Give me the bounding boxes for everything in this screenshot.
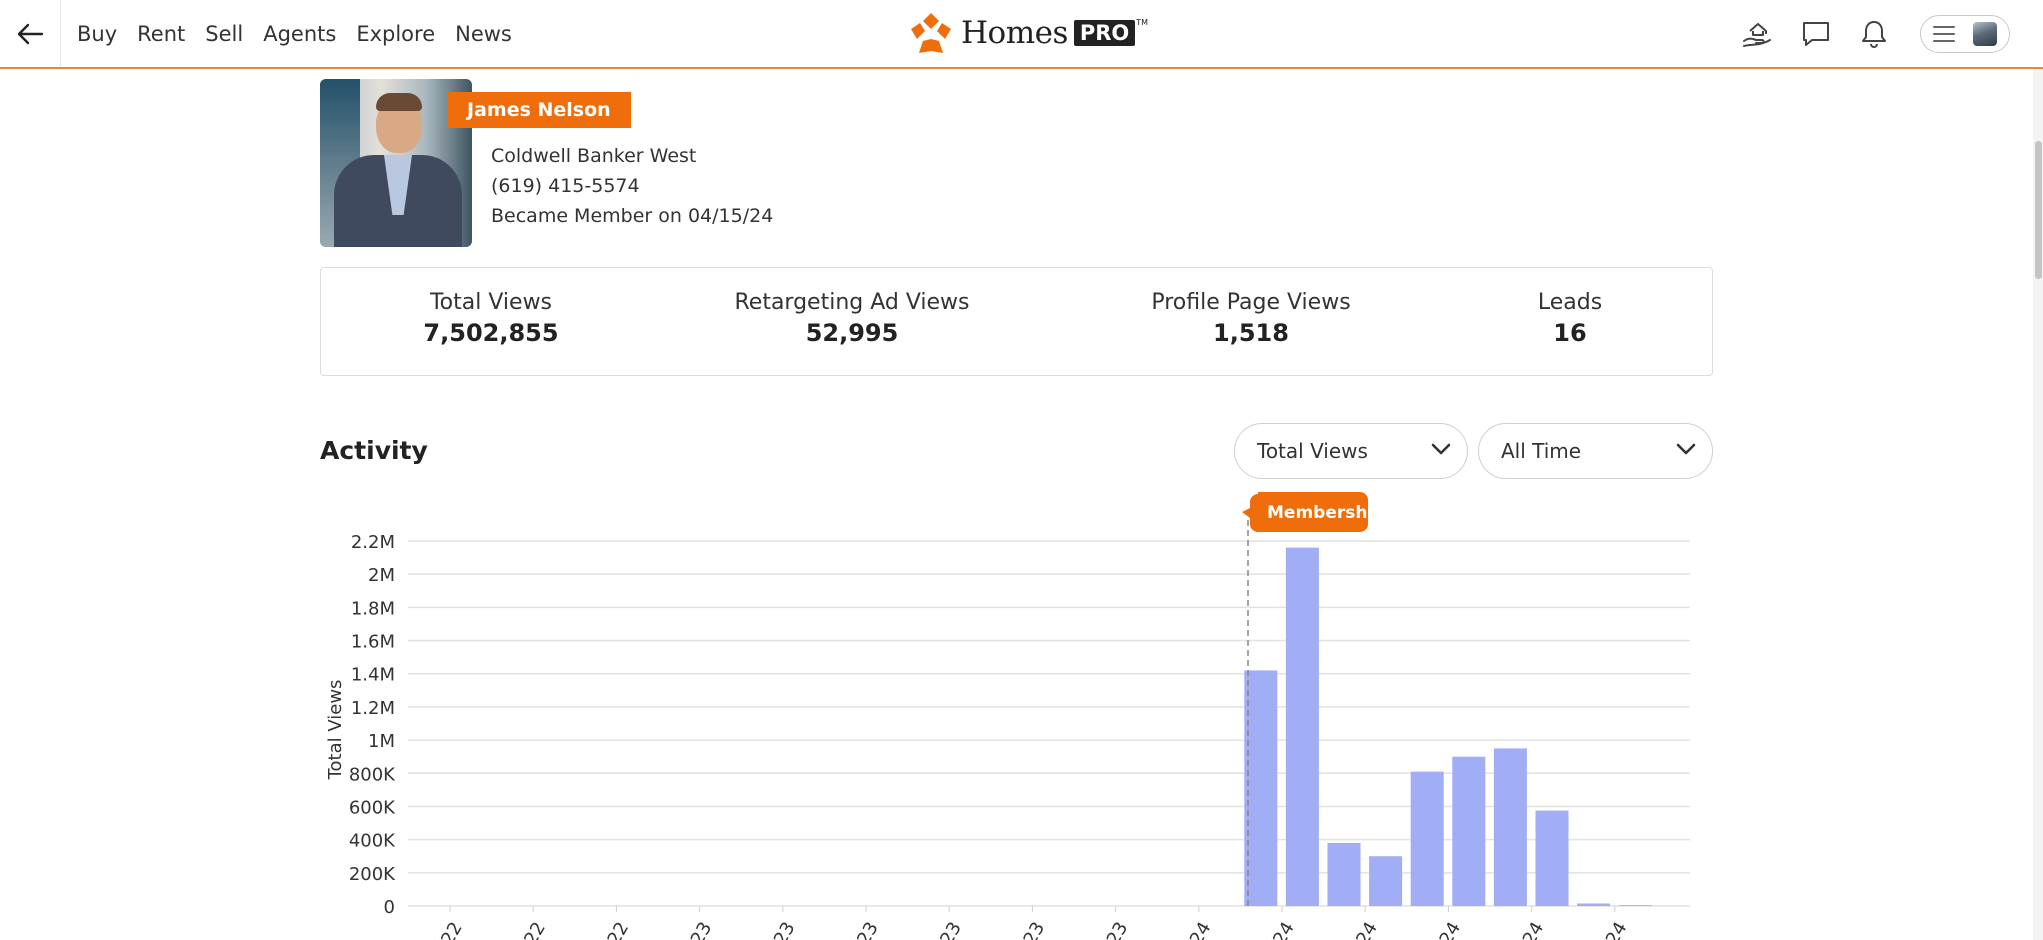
back-button[interactable] xyxy=(0,0,61,67)
y-tick-label: 1.2M xyxy=(351,698,395,719)
y-tick-label: 1.6M xyxy=(351,632,395,653)
membership-marker-label: Membership xyxy=(1267,503,1385,523)
stat-total-views: Total Views 7,502,855 xyxy=(423,290,558,347)
y-tick-label: 1.8M xyxy=(351,598,395,619)
stat-value: 52,995 xyxy=(805,319,899,347)
main-nav: Buy Rent Sell Agents Explore News xyxy=(77,0,532,67)
logo-trademark: TM xyxy=(1136,18,1149,27)
y-tick-label: 2M xyxy=(368,565,395,586)
chart-bar[interactable] xyxy=(1452,756,1486,906)
x-tick-label: /24 xyxy=(1266,918,1299,940)
y-tick-label: 200K xyxy=(349,864,396,885)
y-tick-label: 2.2M xyxy=(351,532,395,553)
y-tick-label: 400K xyxy=(349,831,396,852)
chart-bar[interactable] xyxy=(1577,903,1611,906)
top-navigation-bar: Buy Rent Sell Agents Explore News Homes … xyxy=(0,0,2043,69)
logo-pro-badge: PRO xyxy=(1073,20,1136,46)
nav-link-agents[interactable]: Agents xyxy=(263,22,336,46)
stat-profile-page-views: Profile Page Views 1,518 xyxy=(1151,290,1350,347)
chart-bar[interactable] xyxy=(1535,810,1569,906)
metric-select-value: Total Views xyxy=(1257,439,1368,463)
activity-chart: 0 200K 400K 600K 800K 1M 1.2M 1.4M 1.6M 1.8M 2M 2.2… xyxy=(325,492,1690,940)
homes-pro-logo[interactable]: Homes PRO TM xyxy=(909,10,1148,56)
agent-name-tag: James Nelson xyxy=(447,92,631,128)
x-tick-label: /24 xyxy=(1599,918,1632,940)
sell-home-button[interactable] xyxy=(1740,16,1776,52)
x-tick-label: /24 xyxy=(1516,918,1549,940)
x-tick-label: /24 xyxy=(1349,918,1382,940)
x-tick-label: /24 xyxy=(1432,918,1465,940)
chart-bar[interactable] xyxy=(1618,905,1652,906)
x-tick-label: /23 xyxy=(767,918,800,940)
x-tick-label: /22 xyxy=(600,918,633,940)
y-tick-label: 800K xyxy=(349,764,396,785)
scrollbar-thumb[interactable] xyxy=(2035,141,2042,279)
chart-bar[interactable] xyxy=(1493,748,1527,906)
time-range-select[interactable]: All Time xyxy=(1478,423,1713,479)
stat-label: Retargeting Ad Views xyxy=(734,290,970,315)
y-tick-label: 0 xyxy=(384,897,395,918)
chat-icon xyxy=(1803,21,1829,46)
y-tick-label: 600K xyxy=(349,797,396,818)
chevron-down-icon xyxy=(1431,443,1451,455)
x-tick-label: /22 xyxy=(434,918,467,940)
time-range-select-value: All Time xyxy=(1501,439,1582,463)
stat-leads: Leads 16 xyxy=(1538,290,1602,347)
nav-link-buy[interactable]: Buy xyxy=(77,22,117,46)
bell-icon xyxy=(1862,20,1886,48)
messages-button[interactable] xyxy=(1798,16,1834,52)
chevron-down-icon xyxy=(1676,443,1696,455)
menu-icon xyxy=(1933,25,1955,42)
chart-bar[interactable] xyxy=(1410,771,1444,906)
hand-house-icon xyxy=(1743,22,1771,47)
header-actions xyxy=(1718,0,2010,67)
x-tick-label: /23 xyxy=(1016,918,1049,940)
activity-title: Activity xyxy=(320,436,428,465)
y-tick-label: 1M xyxy=(368,731,395,752)
nav-link-sell[interactable]: Sell xyxy=(205,22,243,46)
logo-wordmark: Homes xyxy=(961,15,1068,51)
arrow-left-icon xyxy=(17,23,44,44)
stat-value: 1,518 xyxy=(1213,319,1289,347)
stat-label: Profile Page Views xyxy=(1151,290,1351,315)
x-tick-label: /22 xyxy=(517,918,550,940)
notifications-button[interactable] xyxy=(1856,16,1892,52)
metric-select[interactable]: Total Views xyxy=(1234,423,1468,479)
x-tick-label: /23 xyxy=(684,918,717,940)
user-avatar xyxy=(1973,21,1997,46)
x-tick-label: /23 xyxy=(933,918,966,940)
stats-panel: Total Views 7,502,855 Retargeting Ad Vie… xyxy=(320,267,1713,376)
x-tick-label: /23 xyxy=(850,918,883,940)
page-scrollbar[interactable] xyxy=(2033,69,2043,940)
x-tick-label: /24 xyxy=(1183,918,1216,940)
stat-value: 16 xyxy=(1553,319,1587,347)
chart-bar[interactable] xyxy=(1369,856,1403,906)
stat-value: 7,502,855 xyxy=(423,319,559,347)
stat-label: Total Views xyxy=(429,290,553,315)
x-tick-label: /23 xyxy=(1100,918,1133,940)
y-tick-label: 1.4M xyxy=(351,665,395,686)
stat-retargeting-ad-views: Retargeting Ad Views 52,995 xyxy=(734,290,969,347)
chart-bar[interactable] xyxy=(1244,670,1278,906)
agent-phone[interactable]: (619) 415-5574 xyxy=(491,175,640,197)
nav-link-news[interactable]: News xyxy=(455,22,512,46)
chart-bar[interactable] xyxy=(1327,842,1361,906)
account-menu-button[interactable] xyxy=(1920,14,2010,53)
nav-link-explore[interactable]: Explore xyxy=(356,22,435,46)
stat-label: Leads xyxy=(1537,290,1603,315)
chart-bar[interactable] xyxy=(1285,547,1319,906)
logo-mark-icon xyxy=(911,13,951,53)
nav-link-rent[interactable]: Rent xyxy=(137,22,185,46)
agent-member-since: Became Member on 04/15/24 xyxy=(491,205,774,227)
agent-company: Coldwell Banker West xyxy=(491,145,697,167)
y-axis-label: Total Views xyxy=(325,680,346,781)
